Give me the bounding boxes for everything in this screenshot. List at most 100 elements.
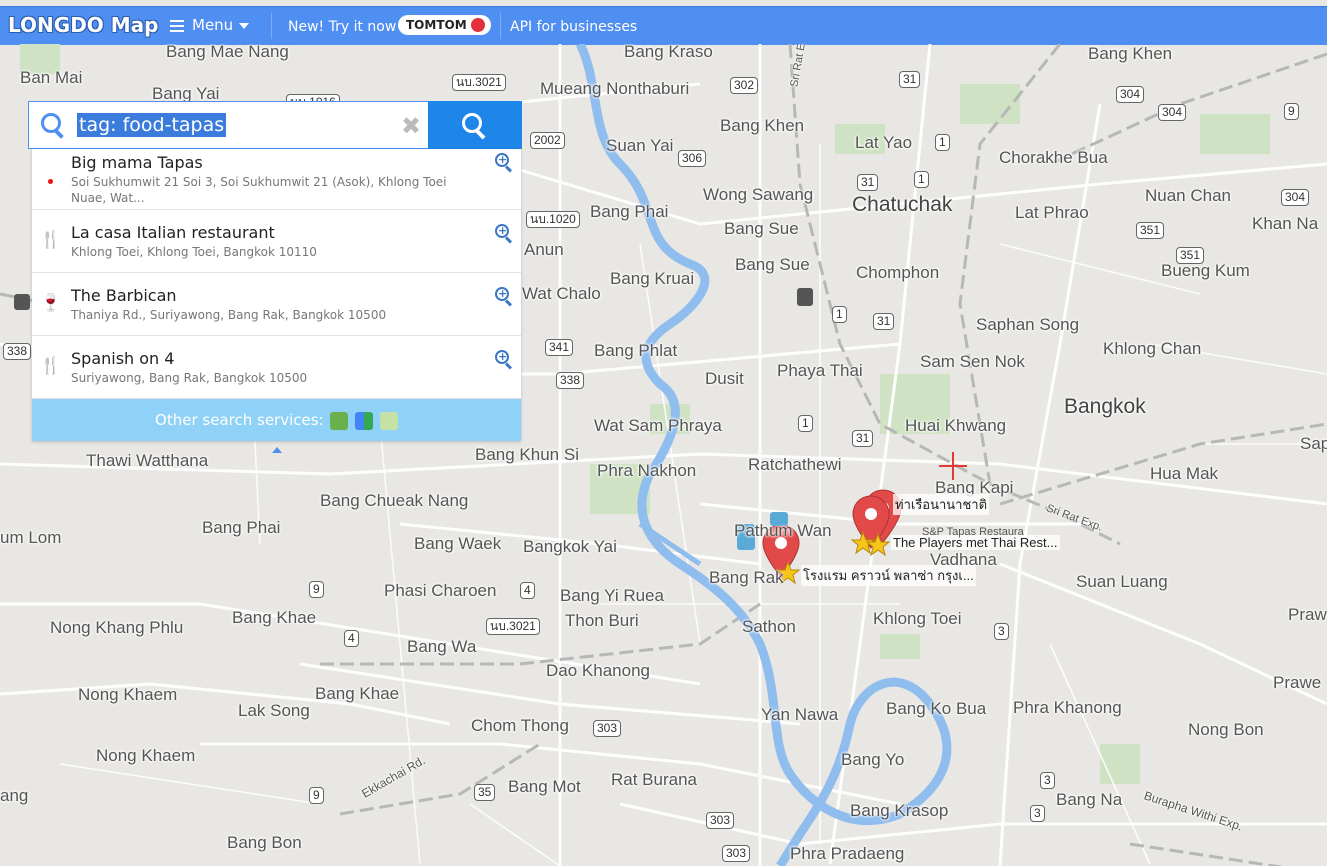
- other-map-service-icon[interactable]: [379, 411, 398, 430]
- map-label: Bang Khen: [720, 116, 805, 135]
- map-label: Bueng Kum: [1161, 261, 1250, 280]
- menu-button[interactable]: Menu: [170, 16, 250, 34]
- map-label: Bang Ko Bua: [886, 699, 987, 718]
- search-result-item[interactable]: 🍷 The Barbican Thaniya Rd., Suriyawong, …: [32, 273, 521, 336]
- other-search-services-label: Other search services:: [155, 411, 324, 429]
- map-label: Chom Thong: [471, 716, 569, 735]
- route-shield: 1: [935, 134, 950, 151]
- map-label: Nong Khaem: [96, 746, 196, 765]
- route-shield: 302: [730, 77, 759, 94]
- map-service-icon[interactable]: [330, 411, 349, 430]
- map-label: Bang Chueak Nang: [320, 491, 469, 510]
- google-maps-icon[interactable]: [355, 411, 374, 430]
- route-shield: 31: [873, 313, 895, 330]
- search-result-item[interactable]: 🍴 Spanish on 4 Suriyawong, Bang Rak, Ban…: [32, 336, 521, 399]
- map-label: Phra Nakhon: [597, 461, 697, 480]
- map-label: Thawi Watthana: [86, 451, 209, 470]
- route-shield: 4: [344, 630, 359, 647]
- search-result-item[interactable]: 🍴 La casa Italian restaurant Khlong Toei…: [32, 210, 521, 273]
- map-label: Khan Na: [1252, 214, 1319, 233]
- red-dot-icon: [40, 169, 60, 189]
- route-shield: 3: [1030, 805, 1045, 822]
- tomtom-label: TOMTOM: [406, 18, 467, 32]
- tomtom-logo-icon: [470, 18, 485, 32]
- clear-search-icon[interactable]: ✖: [401, 112, 421, 140]
- map-label: Nong Bon: [1188, 720, 1264, 739]
- map-label: Suan Yai: [606, 136, 674, 155]
- map-label: Bang Khen: [1088, 44, 1173, 63]
- result-address: Khlong Toei, Khlong Toei, Bangkok 10110: [71, 245, 317, 259]
- divider: [500, 13, 501, 39]
- result-title: Big mama Tapas: [71, 153, 203, 172]
- route-shield: 304: [1281, 189, 1310, 206]
- search-result-item[interactable]: Big mama Tapas Soi Sukhumwit 21 Soi 3, S…: [32, 149, 521, 210]
- zoom-in-icon[interactable]: +: [495, 224, 513, 242]
- route-shield: 31: [899, 71, 921, 88]
- route-shield: 338: [3, 343, 32, 360]
- map-label: Lat Yao: [855, 133, 913, 152]
- map-label: Ban Mai: [20, 68, 83, 87]
- search-button[interactable]: [428, 101, 522, 149]
- map-label: Bang Sue: [724, 219, 799, 238]
- try-it-link[interactable]: New! Try it now: [288, 19, 396, 35]
- map-label: Phra Pradaeng: [790, 844, 905, 863]
- map-label: Bang Na: [1056, 790, 1123, 809]
- top-navigation-bar: LONGDO Map Menu New! Try it now TOMTOM A…: [0, 6, 1327, 45]
- api-for-businesses-link[interactable]: API for businesses: [510, 19, 637, 35]
- other-search-services-bar: Other search services:: [32, 399, 521, 441]
- map-label: Bang Yo: [841, 750, 905, 769]
- map-label: Bang Mae Nang: [166, 44, 289, 61]
- result-address: Suriyawong, Bang Rak, Bangkok 10500: [71, 371, 308, 385]
- map-label: Bang Kruai: [610, 269, 695, 288]
- map-label: Suan Luang: [1076, 572, 1168, 591]
- map-label: Bangkok Yai: [523, 537, 617, 556]
- poi-label[interactable]: ท่าเรือนานาชาติ: [893, 494, 990, 515]
- zoom-in-icon[interactable]: +: [495, 287, 513, 305]
- map-label: Wat Sam Phraya: [594, 416, 722, 435]
- route-shield: 1: [832, 306, 847, 323]
- route-shield: 306: [678, 150, 707, 167]
- map-label: ang: [0, 786, 29, 805]
- route-shield: 351: [1136, 222, 1165, 239]
- zoom-in-icon[interactable]: +: [495, 350, 513, 368]
- map-label: Pathum Wan: [734, 521, 832, 540]
- tomtom-badge[interactable]: TOMTOM: [398, 15, 491, 35]
- route-shield: 1: [798, 415, 813, 432]
- route-shield: 304: [1116, 86, 1145, 103]
- route-shield: 31: [852, 430, 874, 447]
- map-label: Wat Chalo: [522, 284, 601, 303]
- poi-label[interactable]: โรงแรม คราวน์ พลาซ่า กรุงเ...: [801, 565, 976, 586]
- map-label: Chatuchak: [852, 193, 953, 216]
- map-label: Lat Phrao: [1015, 203, 1089, 222]
- route-shield: นบ.3021: [486, 618, 540, 635]
- map-label: Phra Khanong: [1013, 698, 1122, 717]
- map-label: Prawe: [1273, 673, 1322, 692]
- route-shield: 3: [1040, 772, 1055, 789]
- map-label: Nong Khaem: [78, 685, 178, 704]
- poi-label[interactable]: S&P Tapas Restaura: [920, 526, 1026, 538]
- map-label: Bang Waek: [414, 534, 502, 553]
- map-label: Bang Bon: [227, 833, 302, 852]
- map-label: Dao Khanong: [546, 661, 650, 680]
- map-label: Ratchathewi: [748, 455, 842, 474]
- map-label: Bang Khun Si: [475, 445, 579, 464]
- chevron-down-icon: [239, 22, 250, 29]
- map-label: Nuan Chan: [1145, 186, 1232, 205]
- map-label: Khlong Chan: [1103, 339, 1202, 358]
- map-label: Praw: [1288, 605, 1327, 624]
- longdo-map-logo[interactable]: LONGDO Map: [8, 13, 158, 39]
- menu-label: Menu: [192, 16, 234, 34]
- map-label: Wong Sawang: [703, 185, 814, 204]
- search-query-selected-text[interactable]: tag: food-tapas: [77, 113, 227, 137]
- zoom-in-icon[interactable]: +: [495, 153, 513, 171]
- map-label: Dusit: [705, 369, 744, 388]
- map-label: Chorakhe Bua: [999, 148, 1108, 167]
- route-shield: นบ.1020: [526, 211, 580, 228]
- route-shield: 303: [706, 812, 735, 829]
- search-results-list: Big mama Tapas Soi Sukhumwit 21 Soi 3, S…: [32, 149, 521, 441]
- collapse-panel-handle-icon[interactable]: [272, 447, 282, 453]
- map-label: Huai Khwang: [905, 416, 1007, 435]
- map-label: Bang Rak: [709, 568, 784, 587]
- map-label: Bang Krasop: [850, 801, 949, 820]
- hamburger-icon: [170, 19, 184, 32]
